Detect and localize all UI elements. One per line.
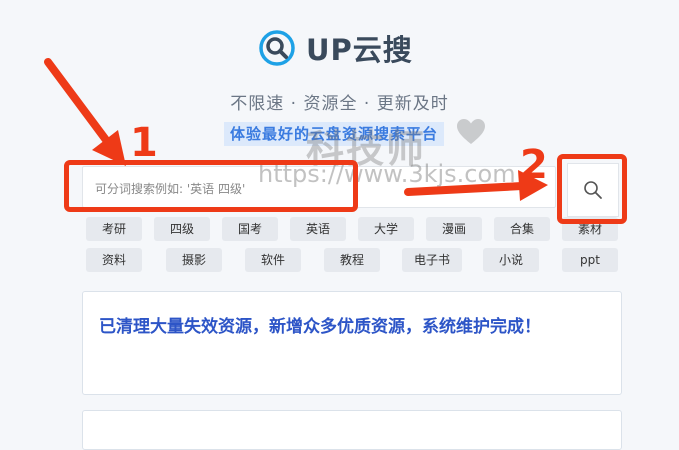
annotation-arrows <box>44 58 548 201</box>
arrow-1 <box>44 58 126 166</box>
arrow-2 <box>404 170 548 201</box>
